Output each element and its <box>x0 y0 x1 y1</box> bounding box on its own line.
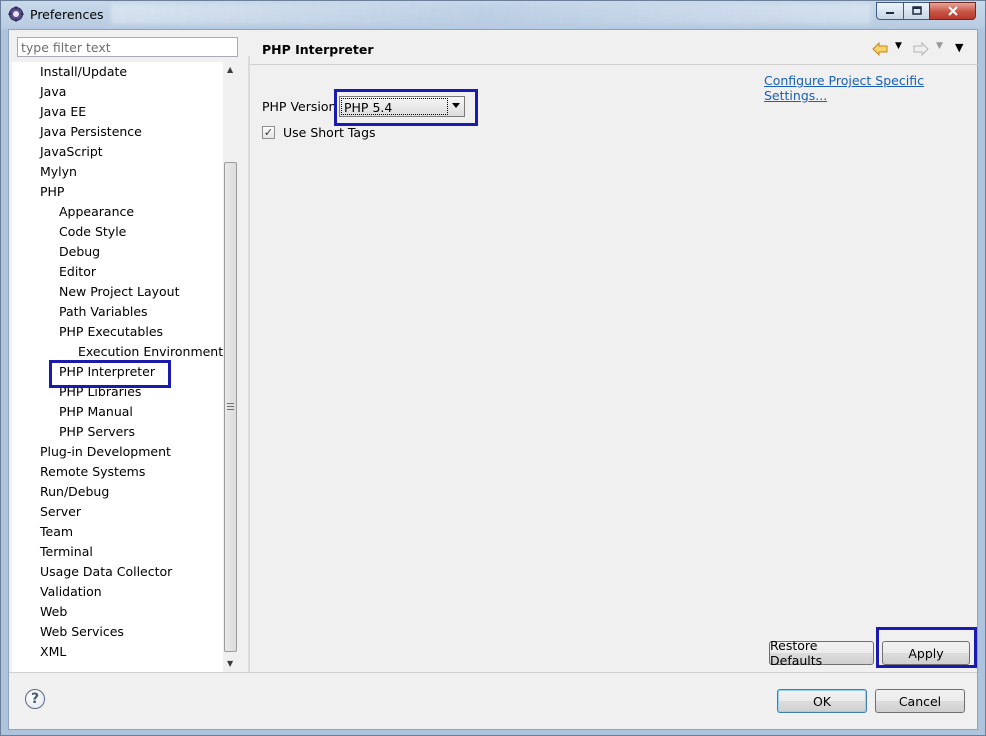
scroll-up-icon[interactable]: ▲ <box>227 65 233 74</box>
ok-button[interactable]: OK <box>777 689 867 713</box>
tree-item-php-servers[interactable]: PHP Servers <box>59 422 135 442</box>
tree-item-install-update[interactable]: Install/Update <box>40 62 127 82</box>
tree-item-mylyn[interactable]: Mylyn <box>40 162 77 182</box>
tree-item-php-manual[interactable]: PHP Manual <box>59 402 133 422</box>
button-bar-divider <box>9 672 977 673</box>
tree-item-plug-in-development[interactable]: Plug-in Development <box>40 442 171 462</box>
tree-item-xml[interactable]: XML <box>40 642 66 662</box>
tree-item-java[interactable]: Java <box>40 82 66 102</box>
restore-defaults-button[interactable]: Restore Defaults <box>769 638 874 668</box>
tree-item-web-services[interactable]: Web Services <box>40 622 124 642</box>
scrollbar-thumb[interactable] <box>224 162 237 652</box>
tree-item-remote-systems[interactable]: Remote Systems <box>40 462 145 482</box>
tree-item-editor[interactable]: Editor <box>59 262 96 282</box>
tree-item-server[interactable]: Server <box>40 502 81 522</box>
back-arrow-icon[interactable] <box>872 42 888 56</box>
highlight-version-select <box>334 89 478 126</box>
eclipse-gear-icon <box>8 6 24 22</box>
scroll-down-icon[interactable]: ▼ <box>227 659 233 668</box>
highlight-tree-selection <box>49 360 171 388</box>
php-version-label: PHP Version <box>262 99 337 114</box>
tree-item-validation[interactable]: Validation <box>40 582 102 602</box>
cancel-button[interactable]: Cancel <box>875 689 965 713</box>
back-dropdown-icon[interactable]: ▼ <box>895 41 902 51</box>
help-icon[interactable]: ? <box>25 689 45 709</box>
forward-dropdown-icon[interactable]: ▼ <box>936 41 943 51</box>
close-icon <box>947 6 958 16</box>
preferences-window: Preferences Install/UpdateJavaJava EEJav… <box>0 0 986 736</box>
tree-item-appearance[interactable]: Appearance <box>59 202 134 222</box>
tree-item-run-debug[interactable]: Run/Debug <box>40 482 109 502</box>
use-short-tags-checkbox[interactable]: ✓ <box>262 126 275 139</box>
window-title: Preferences <box>30 7 104 22</box>
checkmark-icon: ✓ <box>263 126 274 139</box>
title-bar-background <box>111 4 871 24</box>
tree-item-javascript[interactable]: JavaScript <box>40 142 103 162</box>
header-divider <box>250 64 978 65</box>
tree-item-terminal[interactable]: Terminal <box>40 542 93 562</box>
filter-input[interactable] <box>17 37 238 57</box>
tree-item-php[interactable]: PHP <box>40 182 64 202</box>
tree-item-new-project-layout[interactable]: New Project Layout <box>59 282 179 302</box>
use-short-tags-label: Use Short Tags <box>283 125 376 140</box>
tree-item-usage-data-collector[interactable]: Usage Data Collector <box>40 562 172 582</box>
grip-icon <box>227 403 234 411</box>
configure-project-link[interactable]: Configure Project Specific Settings... <box>764 73 977 103</box>
tree-item-debug[interactable]: Debug <box>59 242 100 262</box>
maximize-button[interactable] <box>903 2 930 20</box>
minimize-icon <box>886 12 894 14</box>
tree-item-path-variables[interactable]: Path Variables <box>59 302 148 322</box>
highlight-apply-button <box>876 627 977 668</box>
view-menu-icon[interactable]: ▼ <box>955 41 963 54</box>
tree-item-java-persistence[interactable]: Java Persistence <box>40 122 142 142</box>
pane-divider[interactable] <box>248 56 250 673</box>
minimize-button[interactable] <box>876 2 904 20</box>
tree-item-php-executables[interactable]: PHP Executables <box>59 322 163 342</box>
tree-item-code-style[interactable]: Code Style <box>59 222 126 242</box>
tree-item-java-ee[interactable]: Java EE <box>40 102 86 122</box>
tree-item-team[interactable]: Team <box>40 522 73 542</box>
title-bar[interactable]: Preferences <box>1 1 985 29</box>
forward-arrow-icon[interactable] <box>913 42 929 56</box>
page-title: PHP Interpreter <box>262 42 374 57</box>
page-navigation: ▼ ▼ ▼ <box>872 40 972 58</box>
tree-item-execution-environments[interactable]: Execution Environments <box>78 342 223 362</box>
tree-scrollbar[interactable]: ▲ ▼ <box>223 62 239 672</box>
close-button[interactable] <box>929 2 976 20</box>
maximize-icon <box>911 6 922 15</box>
tree-item-web[interactable]: Web <box>40 602 67 622</box>
